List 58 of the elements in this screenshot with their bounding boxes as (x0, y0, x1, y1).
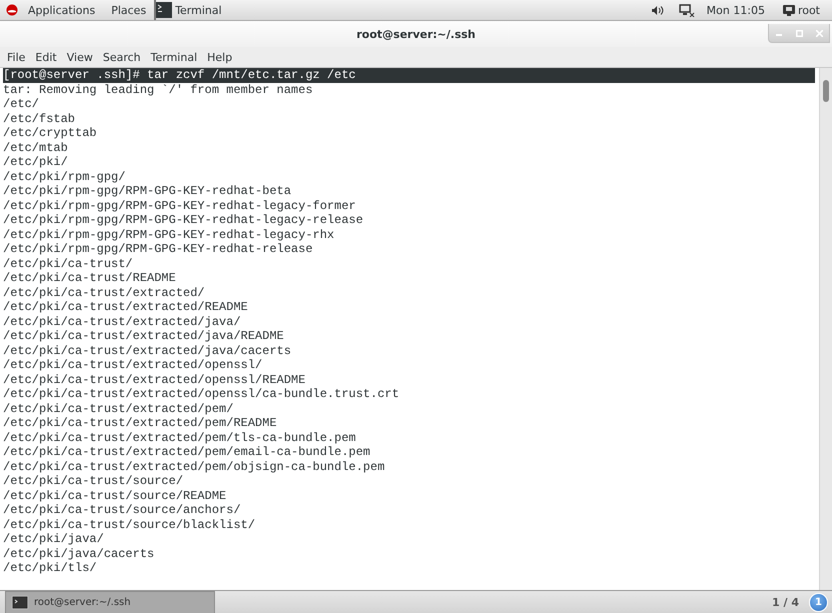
terminal-line: /etc/pki/rpm-gpg/RPM-GPG-KEY-redhat-release (3, 242, 314, 256)
menu-item[interactable]: File (2, 50, 30, 64)
terminal-line: /etc/pki/ca-trust/extracted/pem/README (3, 416, 278, 430)
terminal-line: /etc/pki/rpm-gpg/RPM-GPG-KEY-redhat-legacy-release (3, 213, 364, 228)
terminal-line: /etc/pki/ca-trust/extracted/pem/tls-ca-bundle.pem (3, 430, 357, 445)
user-icon (782, 4, 795, 16)
menu-item[interactable]: Search (98, 50, 146, 64)
taskbar-label: root@server:~/.ssh (34, 596, 131, 608)
terminal-icon (156, 2, 172, 18)
terminal-line: /etc/pki/ca-trust/extracted/ (3, 286, 206, 300)
terminal-line: /etc/mtab (3, 140, 69, 155)
terminal-line: /etc/pki/ca-trust/extracted/pem/objsign-ca-bundle.pem (3, 460, 386, 474)
terminal-line: /etc/fstab (3, 112, 76, 126)
terminal-line: tar: Removing leading `/' from member names (3, 82, 314, 97)
terminal-line: /etc/pki/tls/ (3, 561, 98, 576)
terminal-line: /etc/pki/ (3, 155, 69, 170)
terminal-line: /etc/pki/ca-trust/source/blacklist/ (3, 518, 256, 532)
terminal-line: /etc/pki/ca-trust/extracted/pem/email-ca-bundle.pem (3, 445, 372, 460)
network-icon[interactable] (678, 4, 695, 16)
terminal-line: /etc/crypttab (3, 126, 98, 140)
panel-menu[interactable]: Applications (20, 0, 104, 20)
terminal-line: /etc/pki/ca-trust/extracted/pem/ (3, 402, 234, 416)
terminal-line: /etc/pki/ca-trust/source/ (3, 474, 184, 488)
terminal-line: /etc/pki/rpm-gpg/RPM-GPG-KEY-redhat-legacy-rhx (3, 228, 336, 242)
menu-item[interactable]: Help (202, 50, 238, 64)
user-menu[interactable]: root (782, 4, 820, 16)
terminal-icon (12, 596, 28, 608)
maximize-icon (796, 30, 802, 36)
terminal-line: /etc/pki/java/cacerts (3, 546, 156, 561)
terminal-line: /etc/pki/rpm-gpg/RPM-GPG-KEY-redhat-legacy-former (3, 198, 357, 213)
panel-menu[interactable]: Places (103, 0, 154, 20)
scrollbar-thumb[interactable] (823, 80, 829, 102)
hat-logo-icon (6, 4, 18, 16)
speaker-icon[interactable] (652, 4, 665, 16)
menu-item[interactable]: Edit (30, 50, 62, 64)
scrollbar[interactable] (819, 68, 832, 590)
menu-item[interactable]: View (62, 50, 98, 64)
taskbar-button[interactable]: root@server:~/.ssh (5, 590, 215, 613)
terminal-line: /etc/pki/ca-trust/extracted/openssl/README (3, 372, 306, 387)
terminal-line: /etc/pki/ca-trust/source/README (3, 488, 228, 503)
terminal-line: /etc/pki/ca-trust/extracted/java/cacerts (3, 344, 292, 358)
terminal-line: /etc/pki/ca-trust/extracted/java/ (3, 314, 242, 329)
terminal-line: /etc/pki/rpm-gpg/RPM-GPG-KEY-redhat-beta (3, 184, 292, 198)
terminal-line: /etc/pki/ca-trust/extracted/openssl/ca-bundle.trust.crt (3, 387, 400, 402)
close-icon (816, 30, 822, 36)
window-title: root@server:~/.ssh (356, 28, 476, 40)
workspace-indicator[interactable]: 1 / 4 (772, 596, 799, 608)
menu-item[interactable]: Terminal (146, 50, 202, 64)
terminal-line: /etc/pki/java/ (3, 532, 105, 546)
terminal-line: /etc/pki/ca-trust/source/anchors/ (3, 503, 242, 518)
terminal-line: /etc/pki/ca-trust/ (3, 256, 134, 271)
terminal-line: /etc/ (3, 97, 40, 112)
terminal-line: /etc/pki/rpm-gpg/ (3, 170, 126, 184)
terminal-line: /etc/pki/ca-trust/extracted/README (3, 300, 249, 314)
terminal-line: /etc/pki/ca-trust/README (3, 271, 177, 286)
terminal-line: /etc/pki/ca-trust/extracted/openssl/ (3, 358, 264, 372)
clock[interactable]: Mon 11:05 (706, 4, 765, 16)
terminal-line: /etc/pki/ca-trust/extracted/java/README (3, 329, 285, 344)
